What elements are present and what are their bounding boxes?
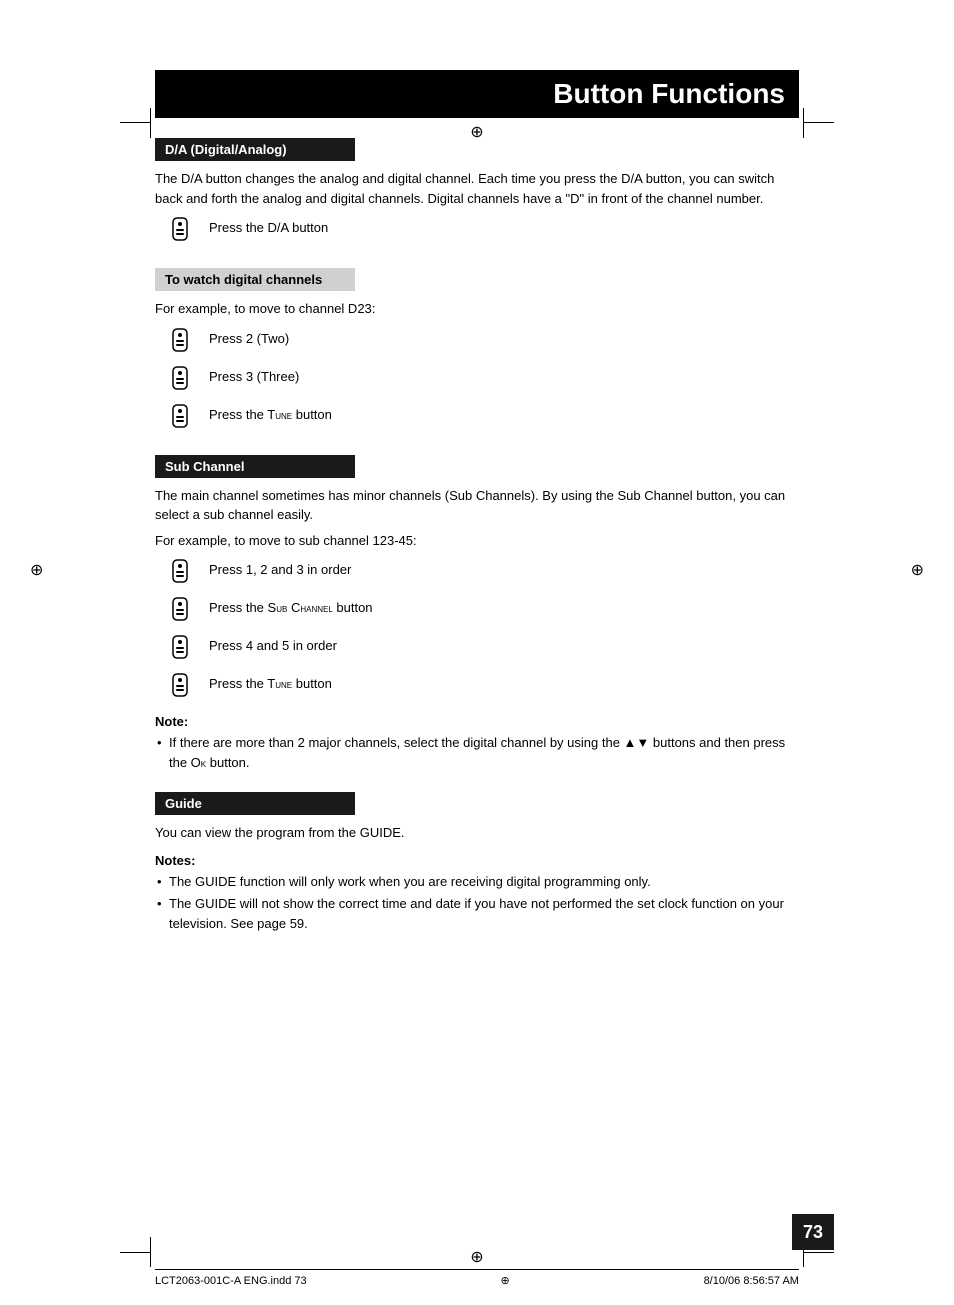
remote-icon-sub3	[165, 634, 197, 666]
guide-header: Guide	[155, 792, 355, 815]
footer-reg-mark: ⊕	[501, 1274, 510, 1287]
sub-channel-description: The main channel sometimes has minor cha…	[155, 486, 799, 525]
remote-icon-da	[165, 216, 197, 248]
step-row-1: Press 2 (Two)	[165, 325, 799, 359]
section-sub-channel: Sub Channel The main channel sometimes h…	[155, 455, 799, 773]
watch-digital-header: To watch digital channels	[155, 268, 355, 291]
crop-mark-bl-v	[150, 1237, 151, 1267]
guide-note-item-2: The GUIDE will not show the correct time…	[155, 894, 799, 933]
page: ⊕ ⊕ ⊕ ⊕ Button Functions D/A (Digital/An…	[0, 70, 954, 1305]
page-title: Button Functions	[169, 78, 785, 110]
step-row-3: Press the Tune button	[165, 401, 799, 435]
da-icon-label: Press the D/A button	[209, 214, 328, 238]
sub-step-label-1: Press 1, 2 and 3 in order	[209, 556, 351, 580]
remote-icon-step1	[165, 327, 197, 359]
step-label-1: Press 2 (Two)	[209, 325, 289, 349]
remote-icon-sub1	[165, 558, 197, 590]
page-number-box: 73	[792, 1214, 834, 1250]
remote-icon-step3	[165, 403, 197, 435]
guide-description: You can view the program from the GUIDE.	[155, 823, 799, 843]
sub-channel-header: Sub Channel	[155, 455, 355, 478]
section-guide: Guide You can view the program from the …	[155, 792, 799, 933]
da-header: D/A (Digital/Analog)	[155, 138, 355, 161]
footer-right: 8/10/06 8:56:57 AM	[704, 1275, 799, 1287]
section-da: D/A (Digital/Analog) The D/A button chan…	[155, 138, 799, 248]
main-content: Button Functions D/A (Digital/Analog) Th…	[155, 70, 799, 933]
reg-mark-right: ⊕	[911, 560, 924, 580]
remote-icon-sub4	[165, 672, 197, 704]
remote-icon-sub2	[165, 596, 197, 628]
crop-mark-tl-h	[120, 122, 150, 123]
sub-channel-note: Note: If there are more than 2 major cha…	[155, 714, 799, 772]
sub-step-row-3: Press 4 and 5 in order	[165, 632, 799, 666]
crop-mark-bl-h	[120, 1252, 150, 1253]
sub-channel-note-label: Note:	[155, 714, 799, 729]
da-icon-row: Press the D/A button	[165, 214, 799, 248]
page-number: 73	[803, 1222, 823, 1243]
page-title-bar: Button Functions	[155, 70, 799, 118]
sub-step-row-4: Press the Tune button	[165, 670, 799, 704]
reg-mark-left: ⊕	[30, 560, 43, 580]
reg-mark-bottom: ⊕	[470, 1247, 483, 1267]
crop-mark-br-h	[804, 1252, 834, 1253]
sub-step-label-4: Press the Tune button	[209, 670, 332, 694]
step-label-3: Press the Tune button	[209, 401, 332, 425]
sub-step-label-2: Press the Sub Channel button	[209, 594, 373, 618]
da-description: The D/A button changes the analog and di…	[155, 169, 799, 208]
guide-notes-label: Notes:	[155, 853, 799, 868]
watch-digital-example: For example, to move to channel D23:	[155, 299, 799, 319]
sub-step-row-2: Press the Sub Channel button	[165, 594, 799, 628]
step-label-2: Press 3 (Three)	[209, 363, 299, 387]
sub-channel-note-item-1: If there are more than 2 major channels,…	[155, 733, 799, 772]
step-row-2: Press 3 (Three)	[165, 363, 799, 397]
crop-mark-tl-v	[150, 108, 151, 138]
sub-step-label-3: Press 4 and 5 in order	[209, 632, 337, 656]
remote-icon-step2	[165, 365, 197, 397]
crop-mark-tr-h	[804, 122, 834, 123]
page-footer: LCT2063-001C-A ENG.indd 73 ⊕ 8/10/06 8:5…	[155, 1269, 799, 1287]
section-watch-digital: To watch digital channels For example, t…	[155, 268, 799, 435]
crop-mark-tr-v	[803, 108, 804, 138]
guide-note-item-1: The GUIDE function will only work when y…	[155, 872, 799, 892]
guide-notes: Notes: The GUIDE function will only work…	[155, 853, 799, 934]
reg-mark-top: ⊕	[470, 122, 483, 142]
footer-left: LCT2063-001C-A ENG.indd 73	[155, 1275, 307, 1287]
sub-step-row-1: Press 1, 2 and 3 in order	[165, 556, 799, 590]
sub-channel-example: For example, to move to sub channel 123-…	[155, 531, 799, 551]
